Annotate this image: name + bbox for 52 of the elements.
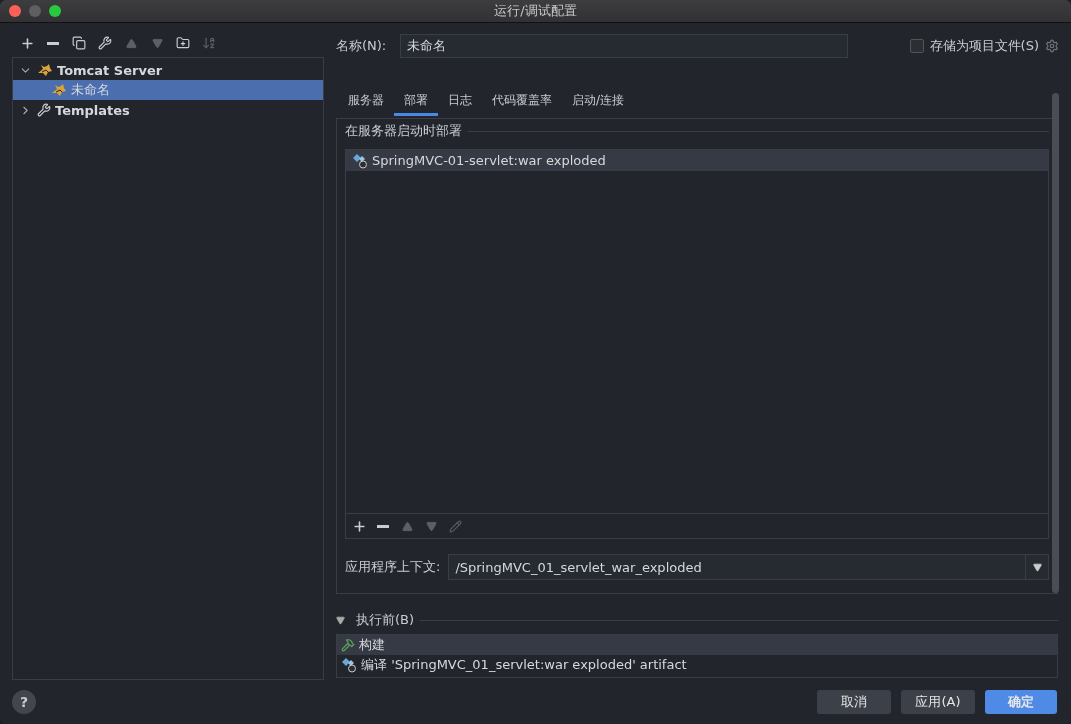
remove-icon xyxy=(47,41,59,45)
context-label: 应用程序上下文: xyxy=(345,558,441,576)
add-icon xyxy=(351,518,367,534)
tree-item-label: 未命名 xyxy=(71,81,110,99)
dialog-button[interactable]: 取消 xyxy=(817,690,891,714)
pencil-icon xyxy=(448,519,462,533)
settings-icon[interactable] xyxy=(1045,39,1059,53)
hammer-icon xyxy=(341,638,355,652)
artifact-icon xyxy=(341,657,357,673)
tree-item[interactable]: Templates xyxy=(13,100,323,120)
task-item[interactable]: 构建 xyxy=(337,635,1057,655)
tab[interactable]: 部署 xyxy=(394,87,438,116)
section-heading: 在服务器启动时部署 xyxy=(345,122,462,140)
wrench-icon xyxy=(98,36,112,50)
context-combo[interactable]: /SpringMVC_01_servlet_war_exploded xyxy=(448,554,1049,580)
remove-icon xyxy=(377,524,389,528)
artifact-icon xyxy=(352,152,368,169)
zoom-button[interactable] xyxy=(49,5,61,17)
copy-icon xyxy=(72,36,86,50)
name-label: 名称(N): xyxy=(336,37,387,55)
store-label: 存储为项目文件(S) xyxy=(929,37,1039,55)
wrench-icon xyxy=(37,103,51,117)
window-title: 运行/调试配置 xyxy=(494,2,577,20)
task-label: 构建 xyxy=(359,636,385,654)
tab[interactable]: 日志 xyxy=(438,87,482,116)
add-icon xyxy=(19,35,35,51)
task-label: 编译 'SpringMVC_01_servlet:war exploded' artifact xyxy=(361,656,687,674)
up-icon xyxy=(125,37,137,49)
sort-icon xyxy=(202,36,216,50)
toolbar-button[interactable] xyxy=(96,34,114,52)
help-button[interactable]: ? xyxy=(12,690,36,714)
close-button[interactable] xyxy=(9,5,21,17)
store-checkbox[interactable] xyxy=(909,39,924,53)
section-heading: 执行前(B) xyxy=(356,611,415,629)
tree-item-label: Tomcat Server xyxy=(57,62,163,78)
name-field[interactable]: 未命名 xyxy=(400,34,849,58)
dialog-button[interactable]: 应用(A) xyxy=(901,690,975,714)
tab[interactable]: 启动/连接 xyxy=(562,87,635,116)
down-icon xyxy=(425,520,437,532)
tree-item[interactable]: 未命名 xyxy=(13,80,323,100)
artifact-item[interactable]: SpringMVC-01-servlet:war exploded xyxy=(346,150,1048,171)
tree-item[interactable]: Tomcat Server xyxy=(13,60,323,80)
dropdown-icon[interactable] xyxy=(1032,562,1042,572)
folder-plus-icon xyxy=(176,36,190,50)
toolbar-button[interactable] xyxy=(70,34,88,52)
down-icon xyxy=(151,37,163,49)
task-item[interactable]: 编译 'SpringMVC_01_servlet:war exploded' artifact xyxy=(337,655,1057,675)
up-icon xyxy=(401,520,413,532)
tree-item-label: Templates xyxy=(55,102,130,118)
artifact-label: SpringMVC-01-servlet:war exploded xyxy=(372,153,606,168)
tab[interactable]: 服务器 xyxy=(338,87,394,116)
tab[interactable]: 代码覆盖率 xyxy=(482,87,562,116)
